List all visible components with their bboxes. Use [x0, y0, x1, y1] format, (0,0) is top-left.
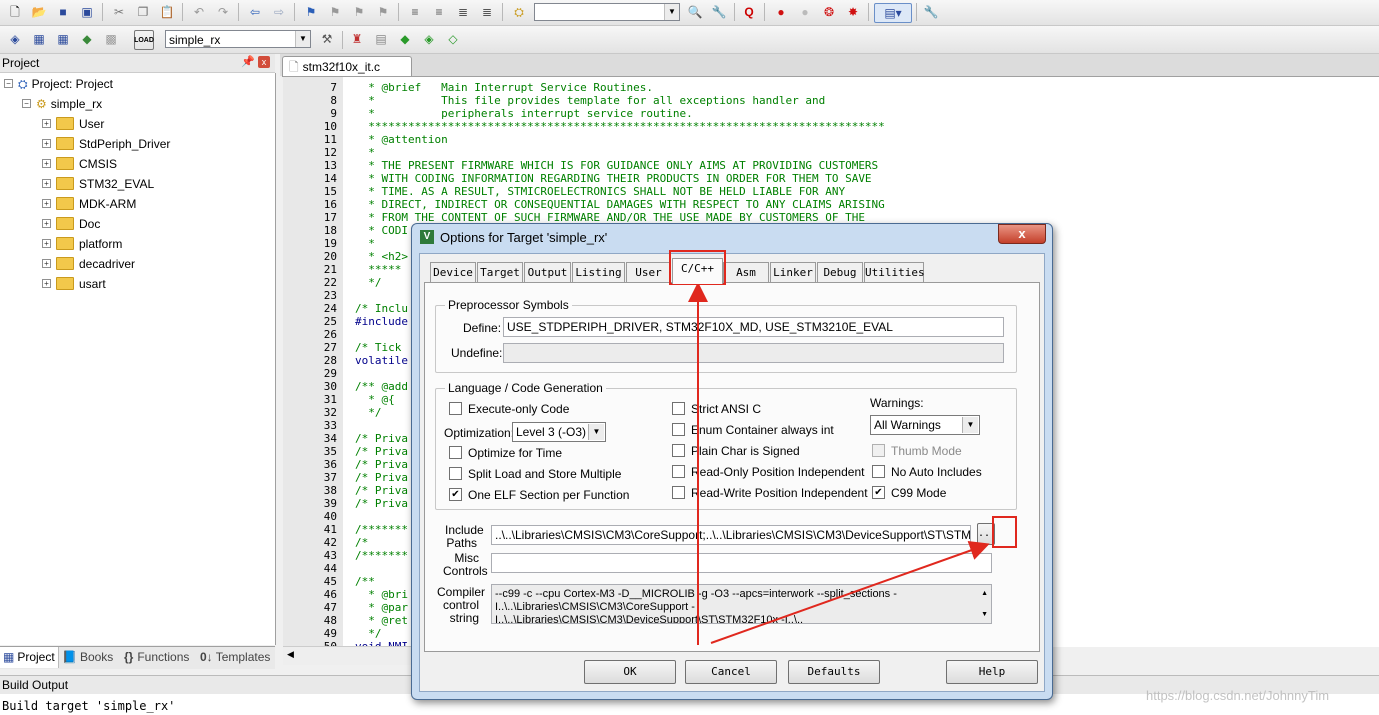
watermark: https://blog.csdn.net/JohnnyTim	[1146, 688, 1330, 703]
annotation-arrow-right	[710, 540, 990, 644]
annotation-arrows	[688, 282, 990, 645]
tab-c-c-[interactable]: C/C++	[672, 258, 723, 284]
